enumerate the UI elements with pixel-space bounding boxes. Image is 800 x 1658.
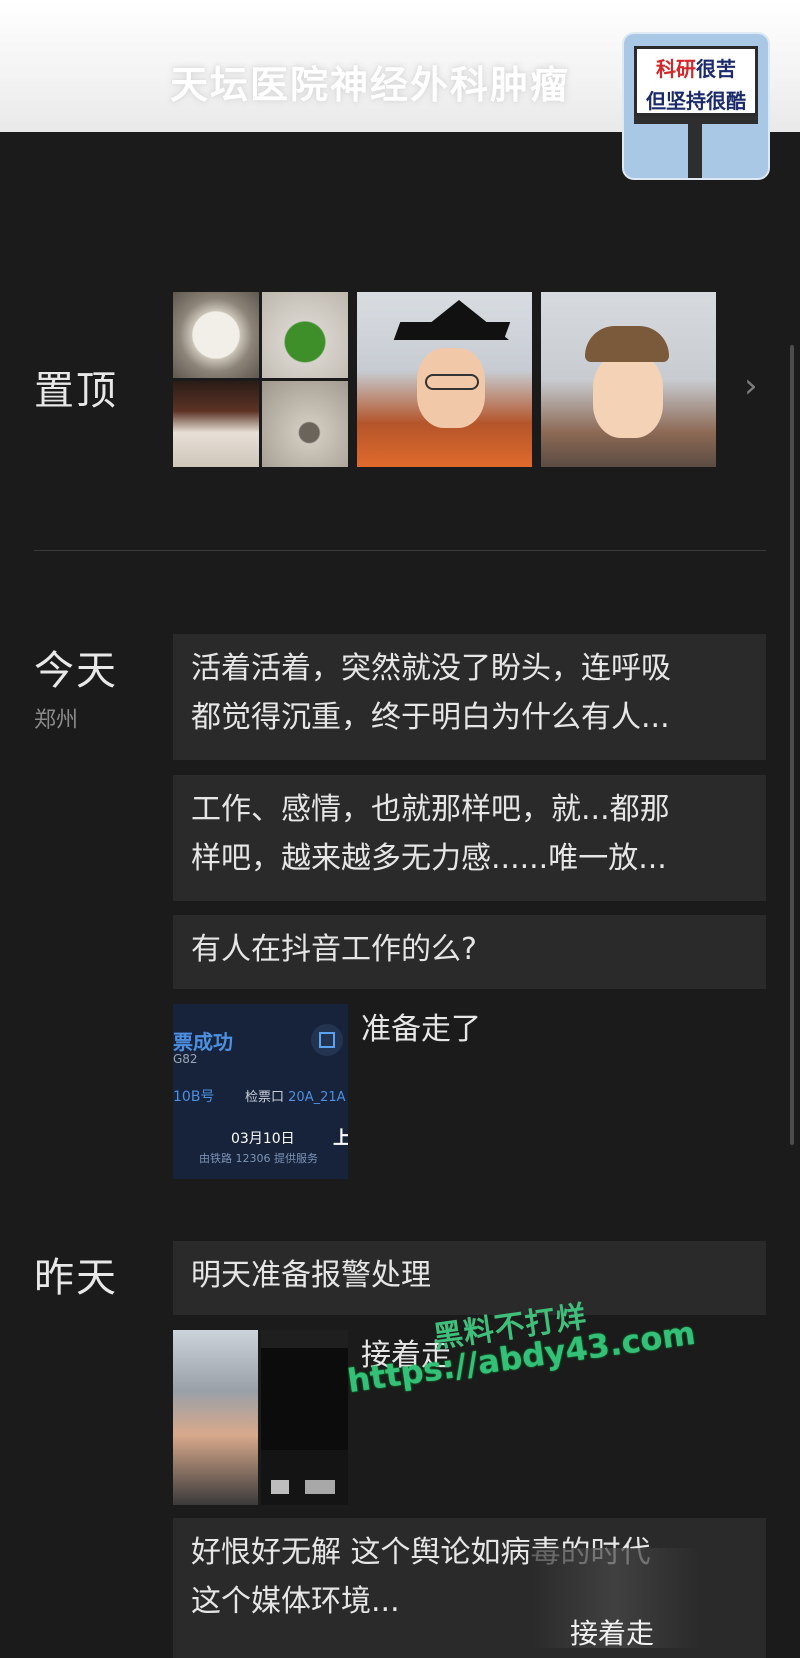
post-photo[interactable]: [173, 1330, 258, 1505]
post-caption: 准备走了: [361, 1012, 481, 1047]
ticket-image[interactable]: 票成功 G82 10B号 检票口 20A_21A 03月10日 上 由铁路 12…: [173, 1004, 348, 1179]
hat: [585, 326, 669, 362]
chevron-right-icon[interactable]: ›: [744, 366, 758, 406]
post-text: 都觉得沉重，终于明白为什么有人...: [191, 700, 670, 735]
post-text: 样吧，越来越多无力感......唯一放...: [191, 841, 667, 876]
post-card[interactable]: 明天准备报警处理: [173, 1241, 766, 1315]
post-text: 活着活着，突然就没了盼头，连呼吸: [191, 651, 671, 686]
scrollbar[interactable]: [790, 345, 794, 1145]
post-card[interactable]: 工作、感情，也就那样吧，就...都那 样吧，越来越多无力感......唯一放..…: [173, 775, 766, 901]
post-card[interactable]: 有人在抖音工作的么?: [173, 915, 766, 989]
ticket-time: 上: [333, 1128, 348, 1149]
post-text: 明天准备报警处理: [191, 1258, 431, 1293]
person-face: [593, 354, 663, 438]
post-card[interactable]: 活着活着，突然就没了盼头，连呼吸 都觉得沉重，终于明白为什么有人...: [173, 634, 766, 760]
post-photo-dark[interactable]: [261, 1330, 348, 1505]
avatar-sign: 科研很苦 但坚持很酷: [634, 46, 758, 116]
qr-icon: [311, 1024, 343, 1056]
overlay-caption: 接着走: [570, 1617, 655, 1650]
ticket-gate-label: 检票口: [245, 1090, 285, 1105]
cover-title: 天坛医院神经外科肿瘤: [170, 63, 571, 107]
ticket-status: 票成功: [173, 1030, 233, 1054]
pinned-photo-grid[interactable]: [173, 292, 348, 467]
food-photo: [173, 381, 259, 467]
sign-pole: [688, 116, 702, 178]
ticket-date: 03月10日: [231, 1131, 295, 1147]
pinned-photo-graduation[interactable]: [357, 292, 532, 467]
post-text: 有人在抖音工作的么?: [191, 932, 477, 967]
ticket-train: G82: [173, 1052, 198, 1066]
ticket-seat: 10B号: [173, 1089, 215, 1105]
avatar[interactable]: 科研很苦 但坚持很酷: [624, 34, 768, 178]
food-photo: [262, 292, 348, 378]
avatar-sign-rest: 很苦: [696, 57, 736, 81]
avatar-sign-line2: 但坚持很酷: [646, 89, 746, 113]
food-photo: [262, 381, 348, 467]
today-label: 今天: [34, 648, 118, 694]
food-photo: [173, 292, 259, 378]
ticket-gate: 20A_21A: [288, 1090, 346, 1105]
divider: [34, 550, 766, 551]
post-text: 工作、感情，也就那样吧，就...都那: [191, 792, 670, 827]
yesterday-label: 昨天: [34, 1255, 118, 1301]
location-label: 郑州: [34, 708, 79, 733]
pinned-photo-portrait[interactable]: [541, 292, 716, 467]
avatar-sign-red: 科研: [656, 57, 696, 81]
pinned-label: 置顶: [34, 368, 118, 414]
ticket-provider: 由铁路 12306 提供服务: [199, 1152, 318, 1165]
